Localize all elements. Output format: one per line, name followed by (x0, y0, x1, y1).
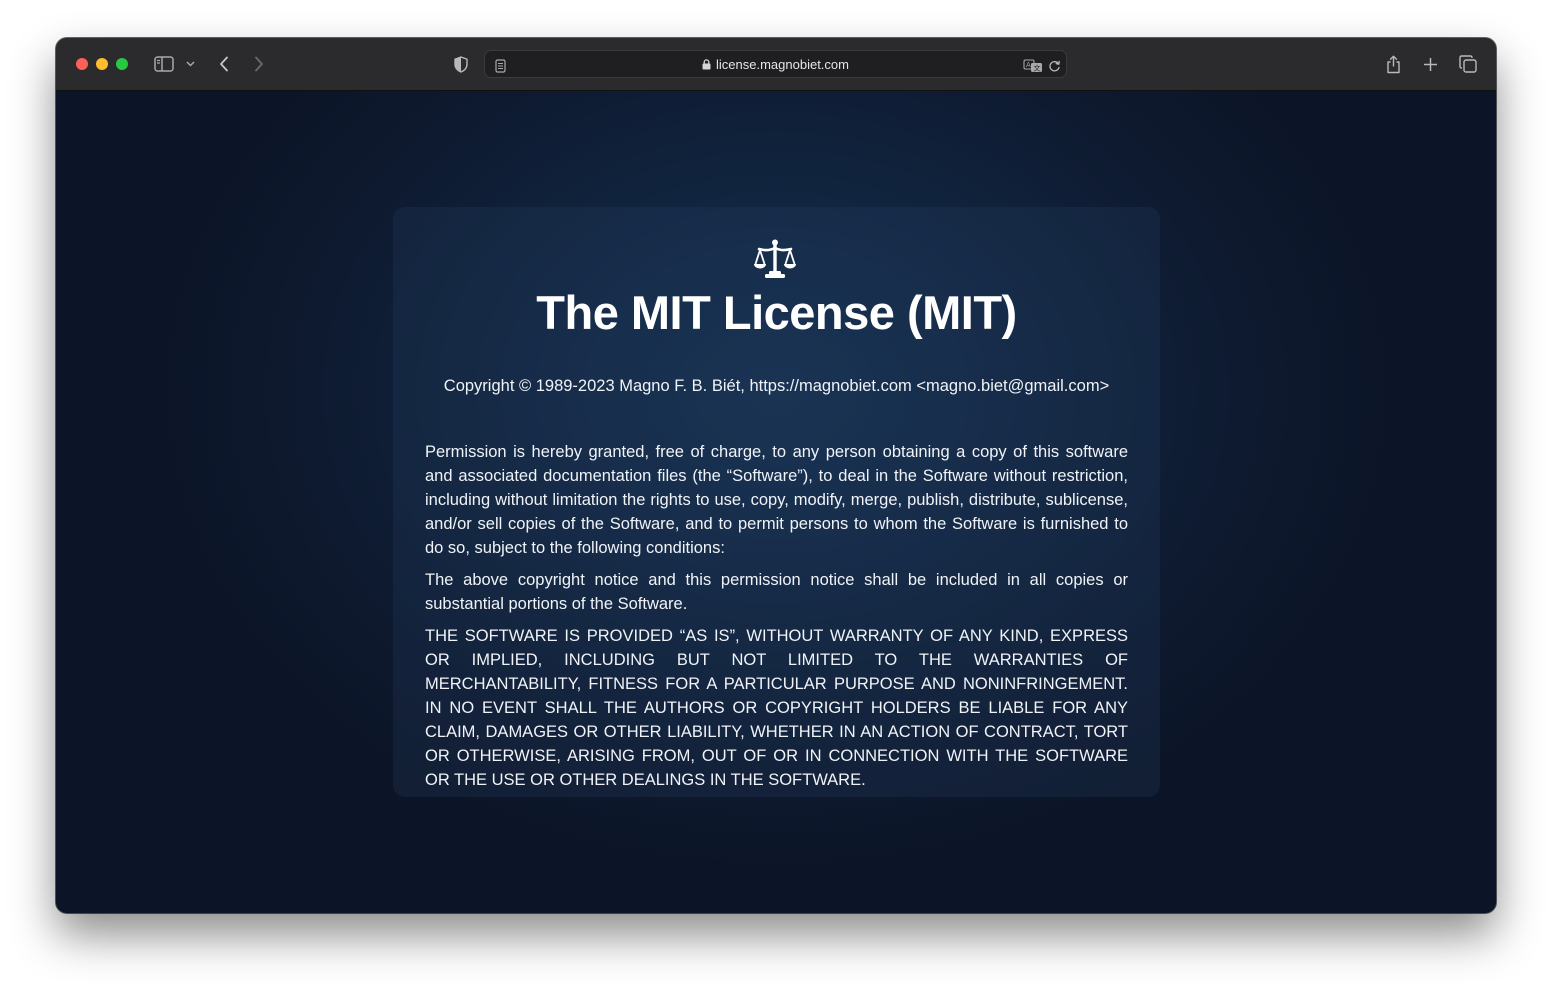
minimize-window-button[interactable] (96, 58, 108, 70)
svg-text:文: 文 (1034, 64, 1041, 73)
chevron-down-icon[interactable] (183, 52, 197, 76)
page-content: The MIT License (MIT) Copyright © 1989-2… (56, 91, 1496, 913)
tabs-overview-icon[interactable] (1457, 52, 1479, 76)
plus-icon[interactable] (1420, 52, 1440, 76)
zoom-window-button[interactable] (116, 58, 128, 70)
address-bar[interactable]: license.magnobiet.com A文 (484, 50, 1067, 78)
license-body: Permission is hereby granted, free of ch… (425, 440, 1128, 800)
copyright-notice: Copyright © 1989-2023 Magno F. B. Biét, … (443, 377, 1110, 395)
license-card: The MIT License (MIT) Copyright © 1989-2… (393, 207, 1160, 797)
share-icon[interactable] (1383, 52, 1403, 76)
license-paragraph-notice: The above copyright notice and this perm… (425, 571, 1128, 613)
sidebar-icon[interactable] (152, 52, 176, 76)
browser-window: license.magnobiet.com A文 The MIT License… (56, 38, 1496, 913)
shield-icon[interactable] (452, 52, 470, 76)
svg-text:A: A (1026, 61, 1031, 69)
chevron-right-icon[interactable] (251, 52, 267, 76)
page-title: The MIT License (MIT) (536, 286, 1017, 339)
url-display[interactable]: license.magnobiet.com (485, 57, 1066, 73)
license-paragraph-permission: Permission is hereby granted, free of ch… (425, 443, 1128, 557)
lock-icon (702, 58, 711, 73)
chevron-left-icon[interactable] (216, 52, 232, 76)
url-text: license.magnobiet.com (716, 57, 849, 72)
browser-toolbar: license.magnobiet.com A文 (56, 38, 1496, 91)
scales-icon (753, 238, 797, 287)
reload-icon[interactable] (1046, 54, 1062, 78)
license-paragraph-warranty: THE SOFTWARE IS PROVIDED “AS IS”, WITHOU… (425, 627, 1128, 789)
translate-icon[interactable]: A文 (1022, 54, 1044, 78)
close-window-button[interactable] (76, 58, 88, 70)
